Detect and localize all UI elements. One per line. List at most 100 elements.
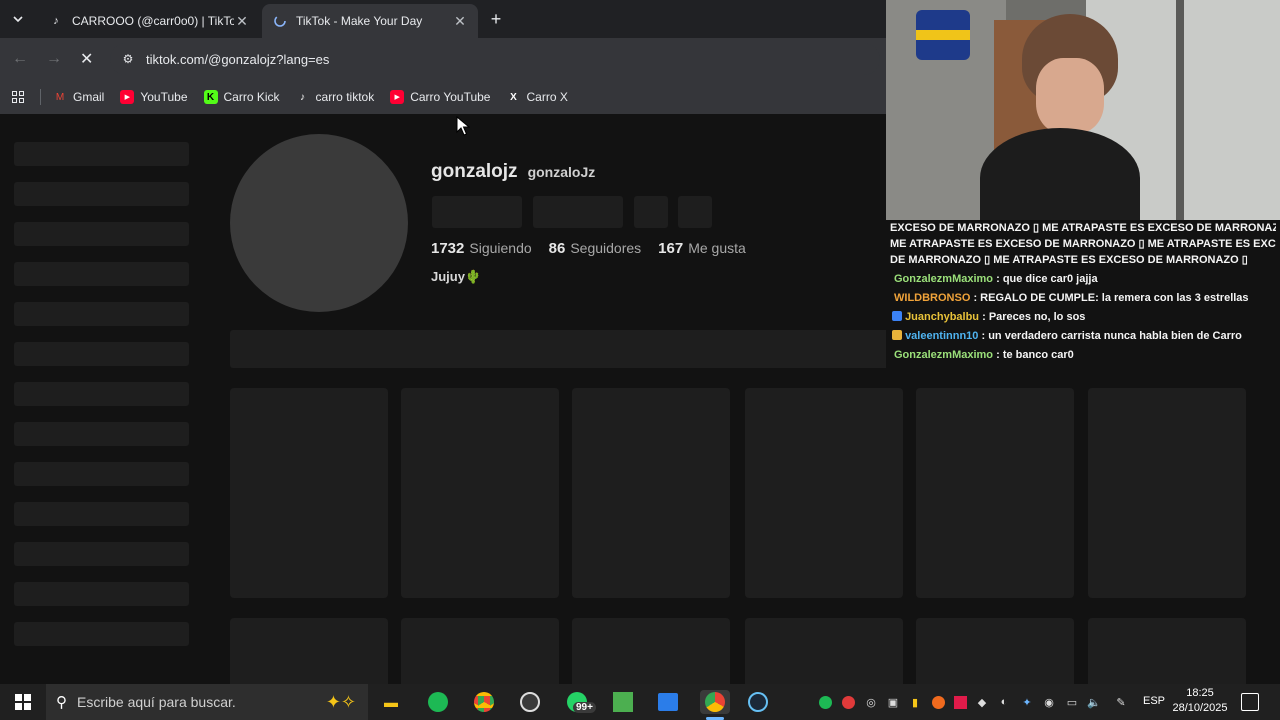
tab-title: CARROOO (@carr0o0) | TikTok xyxy=(72,14,234,28)
chat-message: WILDBRONSO : REGALO DE CUMPLE: la remera… xyxy=(890,290,1276,306)
video-card-placeholder xyxy=(745,618,903,684)
video-card-placeholder xyxy=(230,388,388,598)
windows-logo-icon xyxy=(15,694,31,710)
search-highlight-icon: ✦✧ xyxy=(325,691,356,712)
close-icon[interactable]: ✕ xyxy=(234,13,250,30)
bookmark-gmail[interactable]: M Gmail xyxy=(53,90,105,104)
tab-carrooo[interactable]: ♪ CARROOO (@carr0o0) | TikTok ✕ xyxy=(38,4,260,38)
action-button-placeholder xyxy=(634,196,668,228)
chat-username: WILDBRONSO xyxy=(894,292,971,304)
back-button[interactable]: ← xyxy=(12,50,28,68)
more-button-placeholder xyxy=(678,196,712,228)
stream-chat-overlay: EXCESO DE MARRONAZO ▯ ME ATRAPASTE ES EX… xyxy=(886,220,1280,370)
bookmark-label: Gmail xyxy=(73,90,105,104)
chevron-down-icon xyxy=(13,16,23,23)
clock[interactable]: 18:25 28/10/2025 xyxy=(1170,686,1230,716)
store-icon[interactable] xyxy=(655,690,681,714)
chat-message: GonzalezmMaximo : que dice car0 jajja xyxy=(890,271,1276,287)
sidebar-placeholder xyxy=(14,622,189,646)
tray-app-icon[interactable]: ◉ xyxy=(1041,694,1057,710)
tab-search-button[interactable] xyxy=(8,9,28,29)
chat-alert-line: EXCESO DE MARRONAZO ▯ ME ATRAPASTE ES EX… xyxy=(890,222,1276,234)
minecraft-icon[interactable] xyxy=(610,690,636,714)
tray-app-icon[interactable]: ◎ xyxy=(863,694,879,710)
file-explorer-icon[interactable]: ▬ xyxy=(378,690,404,714)
start-button[interactable] xyxy=(10,690,36,714)
notifications-icon[interactable] xyxy=(1241,693,1259,711)
whatsapp-badge: 99+ xyxy=(573,702,596,713)
windows-taskbar: ⚲ Escribe aquí para buscar. ✦✧ ▬ 99+ ◎ ▣… xyxy=(0,684,1280,720)
sidebar-placeholder xyxy=(14,382,189,406)
video-card-placeholder xyxy=(572,388,730,598)
chat-username: valeentinnn10 xyxy=(905,330,979,342)
apps-grid-icon[interactable] xyxy=(12,91,24,103)
chat-alert-line: DE MARRONAZO ▯ ME ATRAPASTE ES EXCESO DE… xyxy=(890,254,1248,266)
chat-message: valeentinnn10 : un verdadero carrista nu… xyxy=(890,328,1276,344)
sidebar-placeholder xyxy=(14,582,189,606)
video-card-placeholder xyxy=(745,388,903,598)
loading-icon xyxy=(272,13,288,29)
bookmark-carro-kick[interactable]: K Carro Kick xyxy=(203,90,280,104)
close-icon[interactable]: ✕ xyxy=(452,13,468,30)
bookmark-label: carro tiktok xyxy=(315,90,375,104)
network-icon[interactable]: ▭ xyxy=(1064,694,1080,710)
stop-loading-button[interactable]: ✕ xyxy=(80,49,93,69)
search-icon: ⚲ xyxy=(56,694,67,711)
sidebar-placeholder xyxy=(14,462,189,486)
webcam-person-face xyxy=(1036,58,1104,134)
tray-app-icon[interactable]: ◐ xyxy=(996,694,1012,710)
chat-username: GonzalezmMaximo xyxy=(894,349,994,361)
youtube-icon: ▶ xyxy=(390,90,405,104)
obs-icon[interactable] xyxy=(517,690,543,714)
spotify-tray-icon[interactable] xyxy=(817,694,833,710)
bookmark-carro-x[interactable]: X Carro X xyxy=(506,90,568,104)
address-url[interactable]: tiktok.com/@gonzalojz?lang=es xyxy=(146,52,329,67)
following-label[interactable]: Siguiendo xyxy=(469,240,531,256)
video-card-placeholder xyxy=(1088,388,1246,598)
taskbar-search-box[interactable]: ⚲ Escribe aquí para buscar. ✦✧ xyxy=(46,684,368,720)
tray-app-icon[interactable] xyxy=(930,694,946,710)
bookmark-youtube[interactable]: ▶ YouTube xyxy=(120,90,188,104)
sidebar-placeholder xyxy=(14,542,189,566)
tray-app-icon[interactable] xyxy=(952,694,968,710)
chat-username: Juanchybalbu xyxy=(905,311,980,323)
sidebar-placeholder xyxy=(14,342,189,366)
volume-icon[interactable]: 🔈 xyxy=(1086,694,1102,710)
chat-text: : REGALO DE CUMPLE: la remera con las 3 … xyxy=(973,292,1249,304)
new-tab-button[interactable]: + xyxy=(486,9,506,29)
followers-label[interactable]: Seguidores xyxy=(570,240,641,256)
chat-badge-icon xyxy=(892,311,902,321)
tiktok-icon: ♪ xyxy=(53,15,59,27)
bookmark-label: YouTube xyxy=(140,90,188,104)
message-button-placeholder xyxy=(533,196,623,228)
sidebar-placeholder xyxy=(14,302,189,326)
video-card-placeholder xyxy=(401,618,559,684)
bookmarks-divider xyxy=(40,89,41,105)
chrome-active-icon[interactable] xyxy=(700,690,730,714)
bookmarks-bar: M Gmail ▶ YouTube K Carro Kick ♪ carro t… xyxy=(0,80,886,114)
bookmark-carro-youtube[interactable]: ▶ Carro YouTube xyxy=(390,90,490,104)
tray-app-icon[interactable]: ▮ xyxy=(907,694,923,710)
tray-app-icon[interactable]: ✦ xyxy=(1019,694,1035,710)
video-card-placeholder xyxy=(401,388,559,598)
language-indicator[interactable]: ESP xyxy=(1143,695,1165,707)
pen-icon[interactable]: ✎ xyxy=(1113,694,1129,710)
webcam-person-body xyxy=(980,128,1140,220)
bookmark-carro-tiktok[interactable]: ♪ carro tiktok xyxy=(296,90,375,104)
site-settings-icon[interactable]: ⚙ xyxy=(110,52,146,66)
likes-label: Me gusta xyxy=(688,240,746,256)
tray-app-icon[interactable]: ▣ xyxy=(885,694,901,710)
webcam-window-frame xyxy=(1176,0,1184,220)
address-bar[interactable]: ⚙ tiktok.com/@gonzalojz?lang=es xyxy=(110,43,880,75)
chrome-icon[interactable] xyxy=(471,690,497,714)
bookmark-label: Carro Kick xyxy=(223,90,280,104)
tray-app-icon[interactable] xyxy=(840,694,856,710)
tray-app-icon[interactable]: ◆ xyxy=(974,694,990,710)
tab-tiktok-make-your-day[interactable]: TikTok - Make Your Day ✕ xyxy=(262,4,478,38)
avatar[interactable] xyxy=(230,134,408,312)
forward-button[interactable]: → xyxy=(46,50,62,68)
spotify-icon[interactable] xyxy=(425,690,451,714)
steam-icon[interactable] xyxy=(745,690,771,714)
clock-time: 18:25 xyxy=(1186,687,1214,699)
sidebar-placeholder xyxy=(14,222,189,246)
